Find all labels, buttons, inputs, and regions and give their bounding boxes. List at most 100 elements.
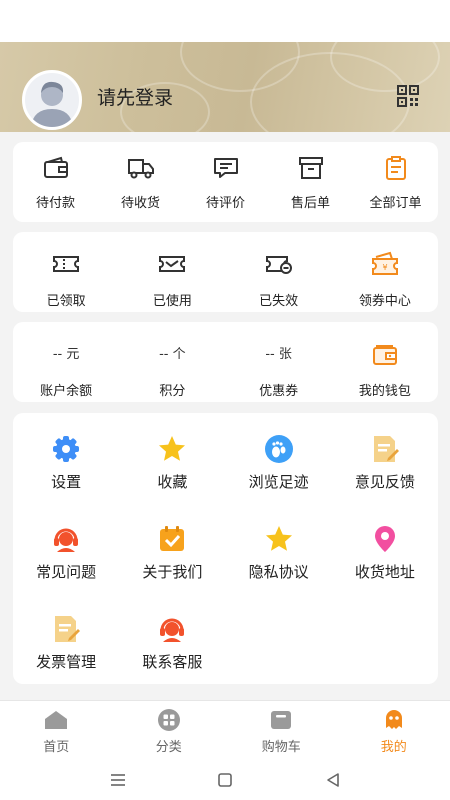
order-label: 售后单 xyxy=(290,196,330,211)
square-icon xyxy=(218,773,232,787)
orders-card: 待付款 待收货 待评价 售后单 全部订单 xyxy=(13,142,438,222)
coupon-used[interactable]: 已使用 xyxy=(119,232,225,312)
assets-card: -- 元 账户余额 -- 个 积分 -- 张 优惠券 我的钱包 xyxy=(13,322,438,402)
order-pending-payment[interactable]: 待付款 xyxy=(13,142,98,222)
account-balance[interactable]: -- 元 账户余额 xyxy=(13,322,119,402)
ticket-icon xyxy=(53,256,80,272)
system-nav-bar xyxy=(0,762,450,800)
wallet-icon xyxy=(372,345,397,365)
home-nav-button[interactable] xyxy=(215,770,235,790)
balance-value: -- 元 xyxy=(52,347,80,362)
svg-text:¥: ¥ xyxy=(382,263,387,272)
tab-label: 我的 xyxy=(380,740,407,755)
ticket-check-icon xyxy=(159,256,186,272)
coupon-label: 已使用 xyxy=(152,294,192,309)
service-contact[interactable]: 联系客服 xyxy=(119,601,225,691)
coupon-label: 已失效 xyxy=(259,294,299,309)
footprint-icon xyxy=(264,435,293,463)
home-icon xyxy=(45,711,68,729)
service-label: 设置 xyxy=(51,473,82,491)
location-pin-icon xyxy=(374,526,395,552)
wallet-icon xyxy=(43,156,68,178)
service-label: 发票管理 xyxy=(36,653,97,671)
coupon-count[interactable]: -- 张 优惠券 xyxy=(226,322,332,402)
tab-label: 购物车 xyxy=(261,740,301,755)
qr-code-icon[interactable] xyxy=(396,84,420,108)
login-prompt[interactable]: 请先登录 xyxy=(97,83,173,110)
bottom-tab-bar: 首页 分类 购物车 我的 xyxy=(0,700,450,762)
headset-icon xyxy=(160,618,185,642)
service-label: 隐私协议 xyxy=(248,563,309,581)
services-card: 设置 收藏 浏览足迹 意见反馈 常见问题 关于我们 隐私协议 收货地址 发票管理… xyxy=(13,413,438,684)
tab-label: 首页 xyxy=(43,740,70,755)
coupon-center-icon: ¥ xyxy=(371,251,398,275)
order-label: 待评价 xyxy=(205,196,245,211)
status-bar xyxy=(0,0,450,42)
category-icon xyxy=(157,709,180,731)
star-icon xyxy=(159,436,186,461)
coupon-center[interactable]: ¥ 领券中心 xyxy=(332,232,438,312)
menu-nav-button[interactable] xyxy=(108,770,128,790)
coupon-received[interactable]: 已领取 xyxy=(13,232,119,312)
service-faq[interactable]: 常见问题 xyxy=(13,511,119,601)
avatar[interactable] xyxy=(22,70,82,130)
service-about[interactable]: 关于我们 xyxy=(119,511,225,601)
gear-icon xyxy=(53,436,80,462)
service-label: 常见问题 xyxy=(36,563,97,581)
service-settings[interactable]: 设置 xyxy=(13,421,119,511)
points[interactable]: -- 个 积分 xyxy=(119,322,225,402)
headset-icon xyxy=(54,528,79,552)
default-avatar-icon xyxy=(31,81,73,127)
profile-header: 请先登录 xyxy=(0,42,450,132)
service-privacy[interactable]: 隐私协议 xyxy=(226,511,332,601)
order-label: 待付款 xyxy=(35,196,75,211)
tab-label: 分类 xyxy=(155,740,182,755)
invoice-icon xyxy=(55,616,81,642)
service-label: 收藏 xyxy=(157,473,188,491)
box-icon xyxy=(298,157,323,179)
service-label: 意见反馈 xyxy=(354,473,415,491)
truck-icon xyxy=(127,159,154,179)
star-icon xyxy=(265,526,292,551)
service-label: 浏览足迹 xyxy=(248,473,309,491)
coupon-label: 已领取 xyxy=(46,294,86,309)
service-label: 联系客服 xyxy=(142,653,203,671)
coupon-label: 领券中心 xyxy=(358,294,411,309)
order-label: 待收货 xyxy=(120,196,160,211)
order-all[interactable]: 全部订单 xyxy=(353,142,438,222)
clipboard-icon xyxy=(385,156,406,180)
tab-category[interactable]: 分类 xyxy=(113,701,226,762)
points-value: -- 个 xyxy=(159,347,186,362)
coupon-expired[interactable]: 已失效 xyxy=(226,232,332,312)
comment-icon xyxy=(213,158,238,178)
tab-cart[interactable]: 购物车 xyxy=(225,701,338,762)
feedback-icon xyxy=(373,436,399,462)
order-pending-review[interactable]: 待评价 xyxy=(183,142,268,222)
tab-mine[interactable]: 我的 xyxy=(338,701,450,762)
service-favorites[interactable]: 收藏 xyxy=(119,421,225,511)
tab-home[interactable]: 首页 xyxy=(0,701,113,762)
asset-label: 优惠券 xyxy=(259,384,299,399)
ticket-expired-icon xyxy=(265,256,292,274)
service-invoice[interactable]: 发票管理 xyxy=(13,601,119,691)
my-wallet[interactable]: 我的钱包 xyxy=(332,322,438,402)
asset-label: 积分 xyxy=(159,384,186,399)
calendar-check-icon xyxy=(160,526,185,551)
service-history[interactable]: 浏览足迹 xyxy=(226,421,332,511)
order-after-sales[interactable]: 售后单 xyxy=(268,142,353,222)
order-pending-receipt[interactable]: 待收货 xyxy=(98,142,183,222)
asset-label: 账户余额 xyxy=(40,384,93,399)
back-nav-button[interactable] xyxy=(323,770,343,790)
cart-icon xyxy=(271,711,292,729)
service-feedback[interactable]: 意见反馈 xyxy=(332,421,438,511)
asset-label: 我的钱包 xyxy=(358,384,411,399)
coupon-count-value: -- 张 xyxy=(265,347,292,362)
back-triangle-icon xyxy=(327,773,339,787)
service-label: 关于我们 xyxy=(142,563,203,581)
menu-icon xyxy=(111,774,125,786)
profile-icon xyxy=(385,710,402,729)
service-label: 收货地址 xyxy=(354,563,415,581)
service-address[interactable]: 收货地址 xyxy=(332,511,438,601)
coupons-card: 已领取 已使用 已失效 ¥ 领券中心 xyxy=(13,232,438,312)
order-label: 全部订单 xyxy=(369,196,422,211)
